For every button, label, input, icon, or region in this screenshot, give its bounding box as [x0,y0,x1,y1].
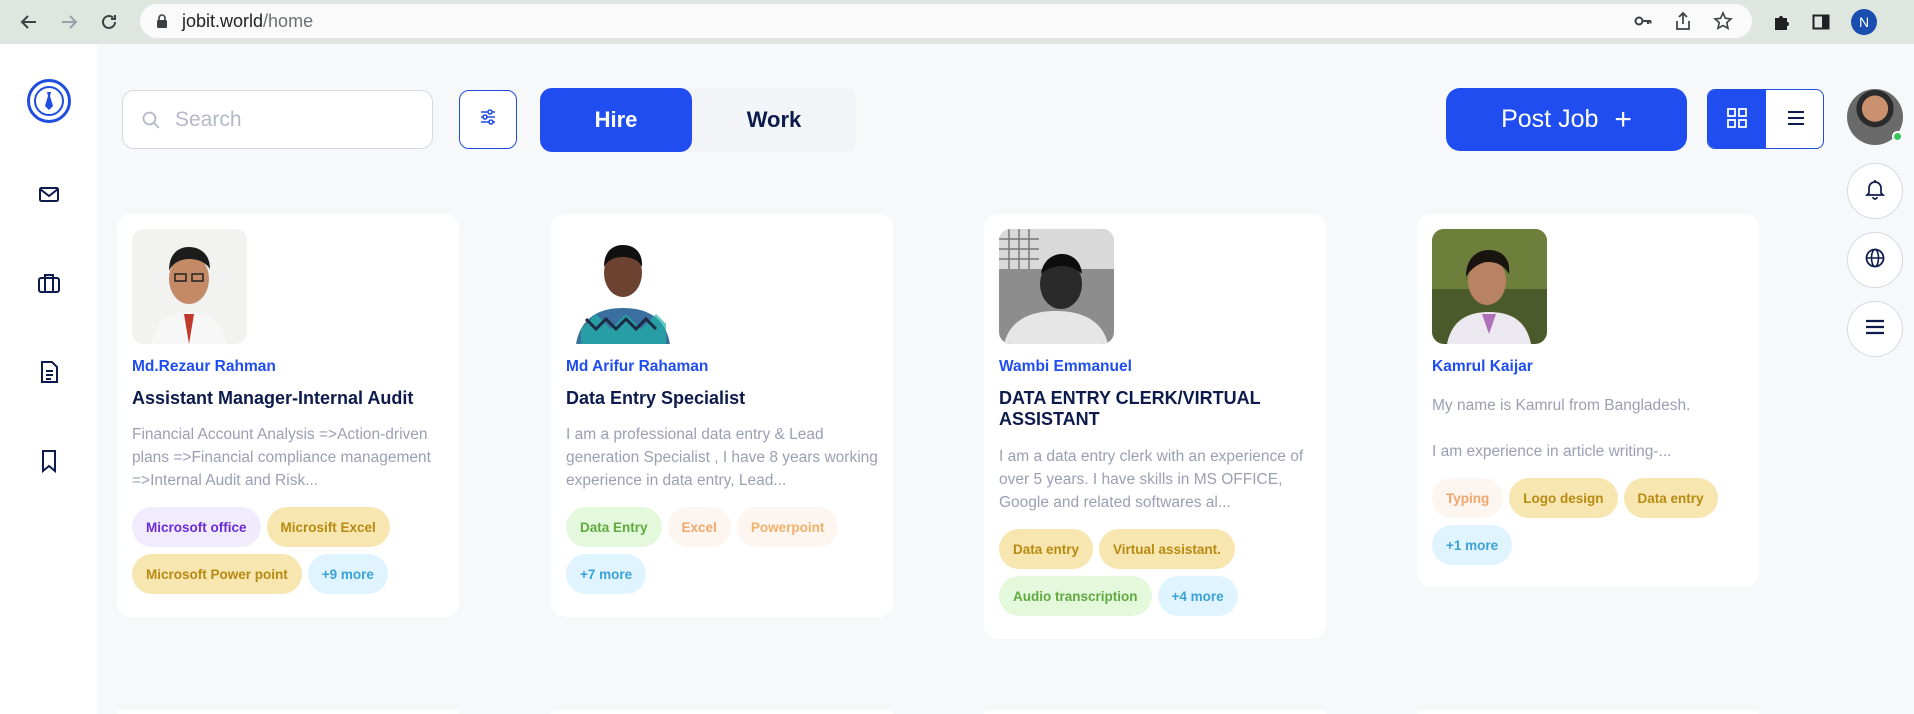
freelancer-card[interactable]: Md.Rezaur Rahman Assistant Manager-Inter… [117,214,459,617]
briefcase-icon[interactable] [36,270,62,296]
hire-tab[interactable]: Hire [540,88,692,152]
more-skills-tag[interactable]: +4 more [1157,576,1238,616]
skill-tag: Microsift Excel [266,507,390,547]
more-skills-tag[interactable]: +7 more [566,554,647,594]
browser-profile-avatar[interactable]: N [1851,9,1877,35]
freelancer-title: DATA ENTRY CLERK/VIRTUAL ASSISTANT [999,388,1261,429]
key-icon[interactable] [1632,10,1654,32]
reload-icon[interactable] [98,11,120,33]
skill-tags: Typing Logo design Data entry +1 more [1432,478,1752,565]
skill-tags: Data entry Virtual assistant. Audio tran… [999,529,1319,616]
freelancer-title: Data Entry Specialist [566,388,746,408]
url-host: jobit.world [182,10,264,31]
profile-photo [132,229,247,344]
freelancer-card[interactable]: Md Arifur Rahaman Data Entry Specialist … [551,214,893,617]
freelancer-description-line1: My name is Kamrul from Bangladesh. [1432,397,1691,414]
list-icon [1786,109,1806,132]
language-button[interactable] [1847,232,1903,288]
skill-tags: Data Entry Excel Powerpoint +7 more [566,507,886,594]
profile-photo [566,229,681,344]
star-icon[interactable] [1712,10,1734,32]
search-box[interactable] [122,90,433,149]
next-card-edge [1417,710,1759,714]
skill-tag: Excel [667,507,731,547]
skill-tag: Data Entry [566,507,662,547]
skill-tag: Audio transcription [999,576,1152,616]
browser-toolbar: jobit.world/home N [0,0,1914,44]
next-card-edge [984,710,1326,714]
freelancer-description: I am a data entry clerk with an experien… [999,448,1304,511]
document-icon[interactable] [36,359,62,385]
skill-tag: Microsoft office [132,507,261,547]
skill-tags: Microsoft office Microsift Excel Microso… [132,507,452,594]
next-card-edge [117,710,459,714]
hamburger-menu-icon [1864,318,1886,341]
freelancer-card[interactable]: Wambi Emmanuel DATA ENTRY CLERK/VIRTUAL … [984,214,1326,639]
grid-view-button[interactable] [1708,90,1766,148]
more-skills-tag[interactable]: +9 more [307,554,388,594]
bookmark-icon[interactable] [36,448,62,474]
search-icon [141,110,161,130]
more-skills-tag[interactable]: +1 more [1432,525,1513,565]
freelancer-name[interactable]: Md Arifur Rahaman [566,358,708,376]
mail-icon[interactable] [36,181,62,207]
share-icon[interactable] [1672,10,1694,32]
menu-button[interactable] [1847,301,1903,357]
lock-icon [154,13,170,29]
freelancer-description: Financial Account Analysis =>Action-driv… [132,426,431,489]
grid-icon [1726,107,1748,134]
left-sidebar [0,44,97,714]
freelancer-name[interactable]: Kamrul Kaijar [1432,358,1533,376]
freelancer-description: I am a professional data entry & Lead ge… [566,426,878,489]
bell-icon [1864,178,1886,205]
skill-tag: Virtual assistant. [1099,529,1235,569]
freelancer-card[interactable]: Kamrul Kaijar My name is Kamrul from Ban… [1417,214,1759,587]
work-tab[interactable]: Work [692,88,856,152]
sliders-icon [478,107,498,132]
online-status-dot [1892,131,1903,142]
hire-work-toggle: Hire Work [540,88,856,152]
url-path: /home [263,10,314,31]
skill-tag: Typing [1432,478,1504,518]
side-panel-icon[interactable] [1810,11,1832,33]
profile-photo [1432,229,1547,344]
filter-button[interactable] [459,90,517,149]
jobit-logo[interactable] [27,79,71,123]
freelancer-description-line2: I am experience in article writing-... [1432,443,1672,460]
post-job-label: Post Job [1501,105,1599,133]
search-input[interactable] [175,107,415,132]
skill-tag: Data entry [1623,478,1718,518]
skill-tag: Powerpoint [736,507,839,547]
skill-tag: Data entry [999,529,1094,569]
post-job-button[interactable]: Post Job + [1446,88,1687,151]
back-arrow-icon[interactable] [18,11,40,33]
extensions-puzzle-icon[interactable] [1770,11,1792,33]
view-toggle [1707,89,1824,149]
freelancer-title: Assistant Manager-Internal Audit [132,388,414,408]
next-card-edge [551,710,893,714]
address-bar[interactable]: jobit.world/home [140,4,1752,38]
forward-arrow-icon[interactable] [58,11,80,33]
globe-icon [1864,247,1886,274]
skill-tag: Logo design [1509,478,1618,518]
profile-photo [999,229,1114,344]
skill-tag: Microsoft Power point [132,554,302,594]
freelancer-name[interactable]: Wambi Emmanuel [999,358,1132,376]
notifications-button[interactable] [1847,163,1903,219]
freelancer-name[interactable]: Md.Rezaur Rahman [132,358,276,376]
plus-icon: + [1614,102,1632,136]
list-view-button[interactable] [1766,90,1823,148]
user-avatar[interactable] [1847,89,1903,145]
